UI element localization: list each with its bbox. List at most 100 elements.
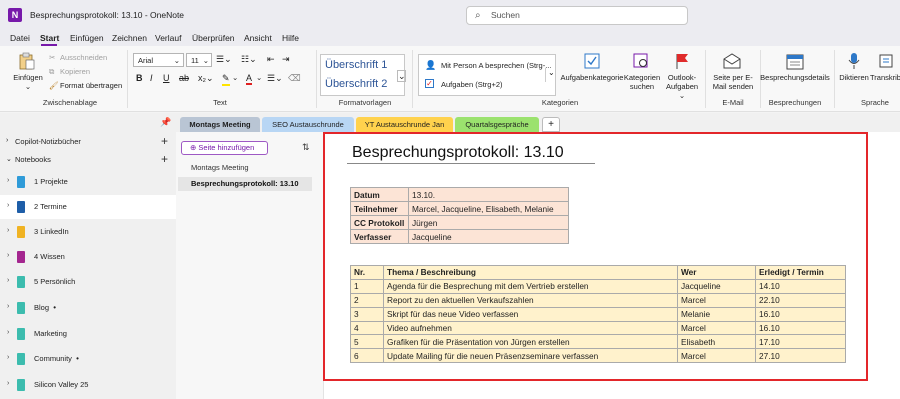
- styles-gallery[interactable]: Überschrift 1 Überschrift 2 ⌄: [320, 54, 406, 96]
- chevron-right-icon: ›: [7, 177, 10, 184]
- section-tab[interactable]: YT Austauschrunde Jan: [356, 117, 453, 132]
- menu-ansicht[interactable]: Ansicht: [244, 33, 272, 43]
- menu-zeichnen[interactable]: Zeichnen: [112, 33, 147, 43]
- notebook-item[interactable]: › 2 Termine: [0, 195, 176, 219]
- align-icon[interactable]: ☰⌄: [267, 73, 283, 84]
- sync-dot: •: [53, 303, 56, 312]
- strikethrough-icon[interactable]: ab: [179, 73, 189, 83]
- transcribe-button[interactable]: Transkrib: [870, 73, 900, 82]
- notebook-item[interactable]: › Blog •: [0, 296, 176, 320]
- font-select[interactable]: Arial ⌄: [133, 53, 184, 67]
- menu-hilfe[interactable]: Hilfe: [282, 33, 299, 43]
- tag-item-discuss[interactable]: Mit Person A besprechen (Strg-...: [441, 61, 551, 70]
- paste-button[interactable]: Einfügen: [10, 73, 46, 82]
- checkbox-icon: ✓: [425, 79, 434, 88]
- notebooks-header[interactable]: ⌄ Notebooks +: [0, 151, 176, 169]
- pin-icon[interactable]: 📌: [160, 117, 171, 128]
- tags-gallery[interactable]: 👤 Mit Person A besprechen (Strg-... ✓ Au…: [418, 54, 556, 96]
- outdent-icon[interactable]: ⇤: [267, 54, 275, 65]
- section-tab[interactable]: Montags Meeting: [180, 117, 260, 132]
- email-page-button[interactable]: Seite per E- Mail senden: [708, 73, 758, 91]
- copy-button[interactable]: Kopieren: [60, 67, 90, 76]
- search-box[interactable]: ⌕: [466, 6, 688, 25]
- menu-verlauf[interactable]: Verlauf: [155, 33, 181, 43]
- font-color-icon[interactable]: A: [246, 73, 253, 85]
- add-section-button[interactable]: +: [542, 117, 560, 132]
- indent-icon[interactable]: ⇥: [282, 54, 290, 65]
- find-tags-line2: suchen: [629, 82, 655, 91]
- divider: [316, 50, 317, 108]
- font-size-select[interactable]: 11 ⌄: [186, 53, 212, 67]
- highlight-frame: [323, 132, 868, 381]
- add-page-button[interactable]: ⊕ Seite hinzufügen: [181, 141, 268, 155]
- tag-category-button[interactable]: Aufgabenkategorie: [560, 73, 624, 82]
- highlight-icon[interactable]: ✎: [222, 73, 230, 86]
- chevron-right-icon: ›: [7, 329, 10, 336]
- menu-ueberpruefen[interactable]: Überprüfen: [192, 33, 235, 43]
- chevron-down-icon[interactable]: ⌄: [256, 73, 262, 82]
- tag-checkbox-icon: [584, 53, 600, 69]
- add-page-label: Seite hinzufügen: [198, 143, 255, 152]
- tag-item-tasks[interactable]: Aufgaben (Strg+2): [441, 80, 503, 89]
- format-painter-icon: 🖌: [49, 81, 59, 90]
- onenote-logo-icon: N: [8, 8, 22, 22]
- add-notebook-icon[interactable]: +: [161, 152, 168, 166]
- font-value: Arial: [138, 56, 154, 65]
- group-label-styles: Formatvorlagen: [338, 98, 392, 107]
- meeting-details-button[interactable]: Besprechungsdetails: [760, 73, 830, 82]
- notebook-item[interactable]: › Community •: [0, 347, 176, 371]
- sort-icon[interactable]: ⇅: [302, 142, 310, 153]
- format-painter-button[interactable]: Format übertragen: [60, 81, 122, 90]
- tags-more-icon[interactable]: ⌄: [545, 68, 555, 82]
- chevron-right-icon: ›: [7, 277, 10, 284]
- notebook-item[interactable]: › 3 LinkedIn: [0, 220, 176, 244]
- style-heading-1[interactable]: Überschrift 1: [325, 59, 387, 71]
- notebook-item[interactable]: › Marketing: [0, 322, 176, 346]
- microphone-icon: [848, 53, 860, 69]
- section-tab[interactable]: SEO Austauschrunde: [262, 117, 354, 132]
- notebook-label: Marketing: [34, 329, 67, 338]
- paste-icon: [19, 52, 35, 70]
- underline-icon[interactable]: U: [163, 73, 170, 83]
- find-tags-button[interactable]: Kategorien suchen: [622, 73, 662, 91]
- menu-datei[interactable]: Datei: [10, 33, 30, 43]
- person-icon: 👤: [425, 60, 437, 70]
- calendar-icon: [786, 54, 804, 70]
- group-label-email: E-Mail: [722, 98, 744, 107]
- section-tab[interactable]: Quartalsgespräche: [455, 117, 539, 132]
- notebook-item[interactable]: › 4 Wissen: [0, 245, 176, 269]
- styles-more-icon[interactable]: ⌄: [397, 70, 406, 82]
- divider: [127, 50, 128, 108]
- dictate-button[interactable]: Diktieren: [836, 73, 872, 82]
- add-copilot-notebook-icon[interactable]: +: [161, 134, 168, 148]
- chevron-right-icon: ›: [7, 354, 10, 361]
- notebook-item[interactable]: › 1 Projekte: [0, 170, 176, 194]
- cut-button[interactable]: Ausschneiden: [60, 53, 107, 62]
- chevron-down-icon[interactable]: ⌄: [232, 73, 238, 82]
- style-heading-2[interactable]: Überschrift 2: [325, 78, 387, 90]
- numbered-list-icon[interactable]: ☷⌄: [241, 54, 257, 65]
- bullet-list-icon[interactable]: ☰⌄: [216, 54, 232, 65]
- search-input[interactable]: [491, 10, 671, 20]
- find-tags-line1: Kategorien: [623, 73, 661, 82]
- paste-chevron-icon[interactable]: ⌄: [10, 82, 46, 91]
- italic-icon[interactable]: I: [150, 73, 153, 83]
- outlook-tasks-button[interactable]: Outlook- Aufgaben ⌄: [662, 73, 702, 100]
- page-item-selected[interactable]: Besprechungsprotokoll: 13.10: [178, 177, 312, 191]
- page-item[interactable]: Montags Meeting: [178, 161, 312, 175]
- clear-formatting-icon[interactable]: ⌫: [288, 73, 301, 84]
- chevron-right-icon: ›: [7, 380, 10, 387]
- subscript-icon[interactable]: x₂⌄: [198, 73, 214, 84]
- copilot-notebooks-header[interactable]: › Copilot-Notizbücher +: [0, 133, 176, 151]
- notebook-item[interactable]: › Silicon Valley 25: [0, 373, 176, 397]
- group-label-speech: Sprache: [861, 98, 889, 107]
- cut-scissors-icon: ✂: [49, 53, 56, 62]
- menu-start[interactable]: Start: [40, 33, 59, 43]
- notebook-icon: [17, 353, 25, 365]
- menu-bar: Datei Start Einfügen Zeichnen Verlauf Üb…: [0, 30, 900, 46]
- notebook-label: 2 Termine: [34, 202, 67, 211]
- bold-icon[interactable]: B: [136, 73, 143, 83]
- notebook-item[interactable]: › 5 Persönlich: [0, 270, 176, 294]
- menu-einfuegen[interactable]: Einfügen: [70, 33, 104, 43]
- font-size-value: 11: [191, 56, 199, 65]
